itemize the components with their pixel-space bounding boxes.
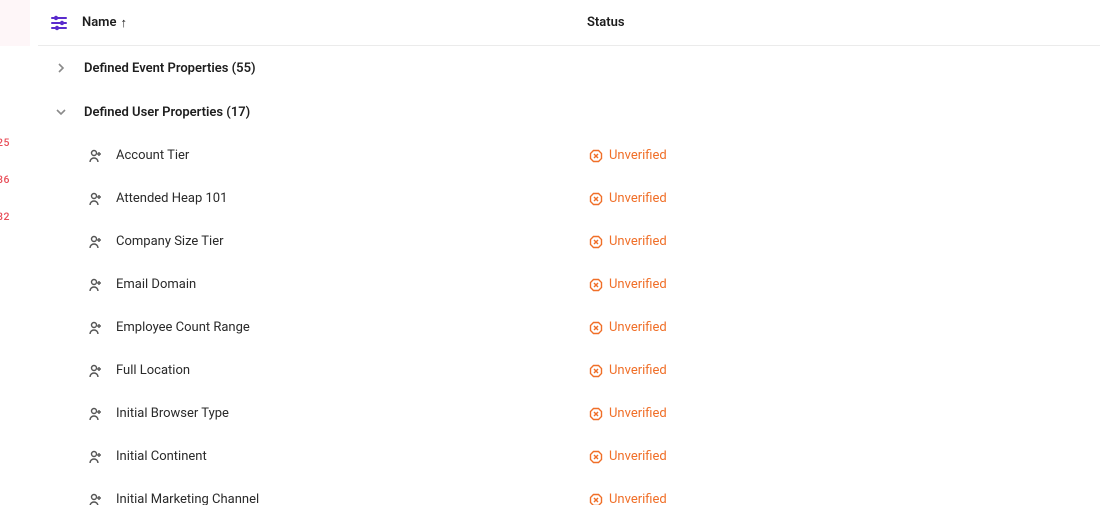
status-badge: Unverified [588, 191, 667, 206]
unverified-icon [588, 449, 603, 464]
property-name: Attended Heap 101 [116, 191, 588, 206]
unverified-icon [588, 363, 603, 378]
status-badge: Unverified [588, 277, 667, 292]
status-badge: Unverified [588, 234, 667, 249]
user-property-icon [86, 362, 104, 380]
status-text: Unverified [609, 363, 667, 378]
sort-ascending-icon: ↑ [120, 15, 127, 31]
unverified-icon [588, 320, 603, 335]
property-row[interactable]: Initial Continent Unverified [38, 435, 1100, 478]
status-badge: Unverified [588, 449, 667, 464]
property-row[interactable]: Email Domain Unverified [38, 263, 1100, 306]
property-name: Email Domain [116, 277, 588, 292]
group-row-user-properties[interactable]: Defined User Properties (17) [38, 90, 1100, 134]
user-property-icon [86, 147, 104, 165]
property-row[interactable]: Initial Browser Type Unverified [38, 392, 1100, 435]
property-name: Company Size Tier [116, 234, 588, 249]
property-row[interactable]: Initial Marketing Channel Unverified [38, 478, 1100, 505]
status-badge: Unverified [588, 320, 667, 335]
unverified-icon [588, 277, 603, 292]
status-text: Unverified [609, 148, 667, 163]
chevron-right-icon [50, 62, 72, 74]
user-property-icon [86, 276, 104, 294]
column-header-status[interactable]: Status [587, 15, 625, 30]
group-label: Defined User Properties (17) [84, 105, 250, 120]
scroll-area[interactable]: Name ↑ Status Defined Event Properties (… [38, 0, 1100, 505]
status-badge: Unverified [588, 492, 667, 505]
status-badge: Unverified [588, 363, 667, 378]
status-badge: Unverified [588, 148, 667, 163]
property-name: Initial Browser Type [116, 406, 588, 421]
property-name: Initial Continent [116, 449, 588, 464]
property-name: Account Tier [116, 148, 588, 163]
property-row[interactable]: Employee Count Range Unverified [38, 306, 1100, 349]
user-property-icon [86, 190, 104, 208]
property-name: Full Location [116, 363, 588, 378]
property-name: Initial Marketing Channel [116, 492, 588, 505]
status-text: Unverified [609, 449, 667, 464]
status-text: Unverified [609, 492, 667, 505]
property-row[interactable]: Account Tier Unverified [38, 134, 1100, 177]
status-text: Unverified [609, 191, 667, 206]
user-property-icon [86, 233, 104, 251]
unverified-icon [588, 406, 603, 421]
group-label: Defined Event Properties (55) [84, 61, 256, 76]
property-row[interactable]: Full Location Unverified [38, 349, 1100, 392]
left-edge-decor: 25 36 32 [0, 0, 38, 505]
status-badge: Unverified [588, 406, 667, 421]
property-row[interactable]: Attended Heap 101 Unverified [38, 177, 1100, 220]
fragment-number: 36 [0, 173, 10, 186]
property-name: Employee Count Range [116, 320, 588, 335]
unverified-icon [588, 492, 603, 505]
filter-icon[interactable] [48, 12, 70, 34]
user-properties-items: Account Tier Unverified Attended Heap 10… [38, 134, 1100, 505]
column-header-row: Name ↑ Status [38, 0, 1100, 46]
fragment-number: 32 [0, 210, 10, 223]
unverified-icon [588, 148, 603, 163]
group-row-event-properties[interactable]: Defined Event Properties (55) [38, 46, 1100, 90]
column-header-name[interactable]: Name ↑ [82, 15, 587, 31]
user-property-icon [86, 405, 104, 423]
user-property-icon [86, 491, 104, 505]
column-header-name-label: Name [82, 15, 116, 30]
chevron-down-icon [50, 106, 72, 118]
property-row[interactable]: Company Size Tier Unverified [38, 220, 1100, 263]
unverified-icon [588, 234, 603, 249]
status-text: Unverified [609, 234, 667, 249]
user-property-icon [86, 448, 104, 466]
status-text: Unverified [609, 406, 667, 421]
status-text: Unverified [609, 277, 667, 292]
fragment-number: 25 [0, 136, 10, 149]
user-property-icon [86, 319, 104, 337]
column-header-status-label: Status [587, 15, 625, 30]
status-text: Unverified [609, 320, 667, 335]
unverified-icon [588, 191, 603, 206]
